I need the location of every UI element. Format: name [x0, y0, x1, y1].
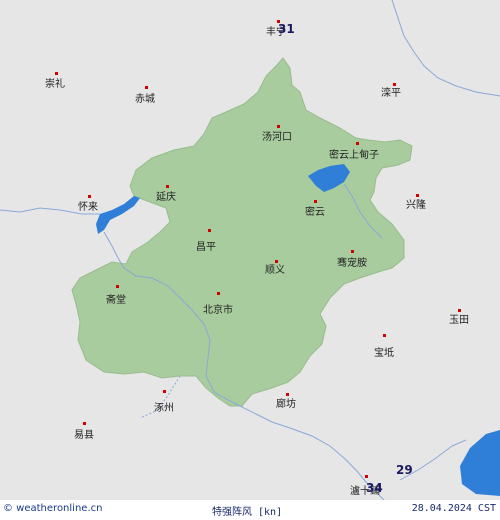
city-label-zhaitang: 斋堂 — [106, 293, 126, 306]
city-label-chongli: 崇礼 — [45, 77, 65, 90]
city-dot-zhenshipu — [365, 475, 368, 478]
city-dot-miyun — [314, 200, 317, 203]
city-dot-langfang — [286, 393, 289, 396]
city-dot-beijing — [217, 292, 220, 295]
city-label-xinglong: 兴隆 — [406, 198, 426, 211]
city-dot-baodi — [383, 334, 386, 337]
wind-value-north: 31 — [278, 22, 295, 36]
city-label-zhuozhou: 涿州 — [154, 402, 174, 414]
city-dot-changping — [208, 229, 211, 232]
city-label-huailai: 怀来 — [78, 201, 98, 213]
city-dot-luanping — [393, 83, 396, 86]
city-dot-zhaitang — [116, 285, 119, 288]
city-label-luanping: 滦平 — [381, 86, 401, 99]
city-label-yanqing: 延庆 — [156, 190, 176, 203]
wind-value-southeast: 29 — [396, 463, 413, 477]
city-label-baodi: 宝坻 — [374, 346, 394, 359]
city-label-changping: 昌平 — [196, 241, 216, 253]
city-label-yutian: 玉田 — [449, 315, 469, 326]
city-dot-tanghekou — [277, 125, 280, 128]
city-label-miyun: 密云 — [305, 205, 325, 218]
city-label-chicheng: 赤城 — [135, 93, 155, 105]
city-dot-yixian — [83, 422, 86, 425]
city-dot-yutian — [458, 309, 461, 312]
city-dot-yanqing — [166, 185, 169, 188]
city-dot-zhuozhou — [163, 390, 166, 393]
city-dot-chicheng — [145, 86, 148, 89]
city-dot-saichongsheng — [351, 250, 354, 253]
city-dot-chongli — [55, 72, 58, 75]
city-label-tanghekou: 汤河口 — [262, 130, 292, 143]
source-link[interactable]: © weatheronline.cn — [3, 503, 102, 514]
map-date: 28.04.2024 CST — [411, 503, 496, 514]
city-label-shunyi: 顺义 — [265, 264, 285, 276]
city-label-yixian: 易县 — [74, 429, 94, 441]
city-label-miyun-shangdianzi: 密云上甸子 — [329, 148, 379, 161]
map-title: 特强阵风 [kn] — [212, 507, 283, 518]
footer-bar: © weatheronline.cn 特强阵风 [kn] 28.04.2024 … — [0, 500, 500, 520]
wind-value-south: 34 — [366, 481, 383, 495]
map-canvas[interactable]: 丰宁 崇礼 赤城 滦平 汤河口 密云上甸子 怀来 延庆 兴隆 密云 昌平 顺义 … — [0, 0, 500, 500]
city-dot-shunyi — [275, 260, 278, 263]
city-label-langfang: 廊坊 — [276, 397, 296, 410]
map-view[interactable]: 丰宁 崇礼 赤城 滦平 汤河口 密云上甸子 怀来 延庆 兴隆 密云 昌平 顺义 … — [0, 0, 500, 520]
city-dot-huailai — [88, 195, 91, 198]
city-dot-xinglong — [416, 194, 419, 197]
city-dot-miyun-shangdianzi — [356, 142, 359, 145]
city-label-beijing: 北京市 — [203, 303, 233, 316]
city-label-saichongsheng: 骞宠胺 — [337, 256, 367, 269]
